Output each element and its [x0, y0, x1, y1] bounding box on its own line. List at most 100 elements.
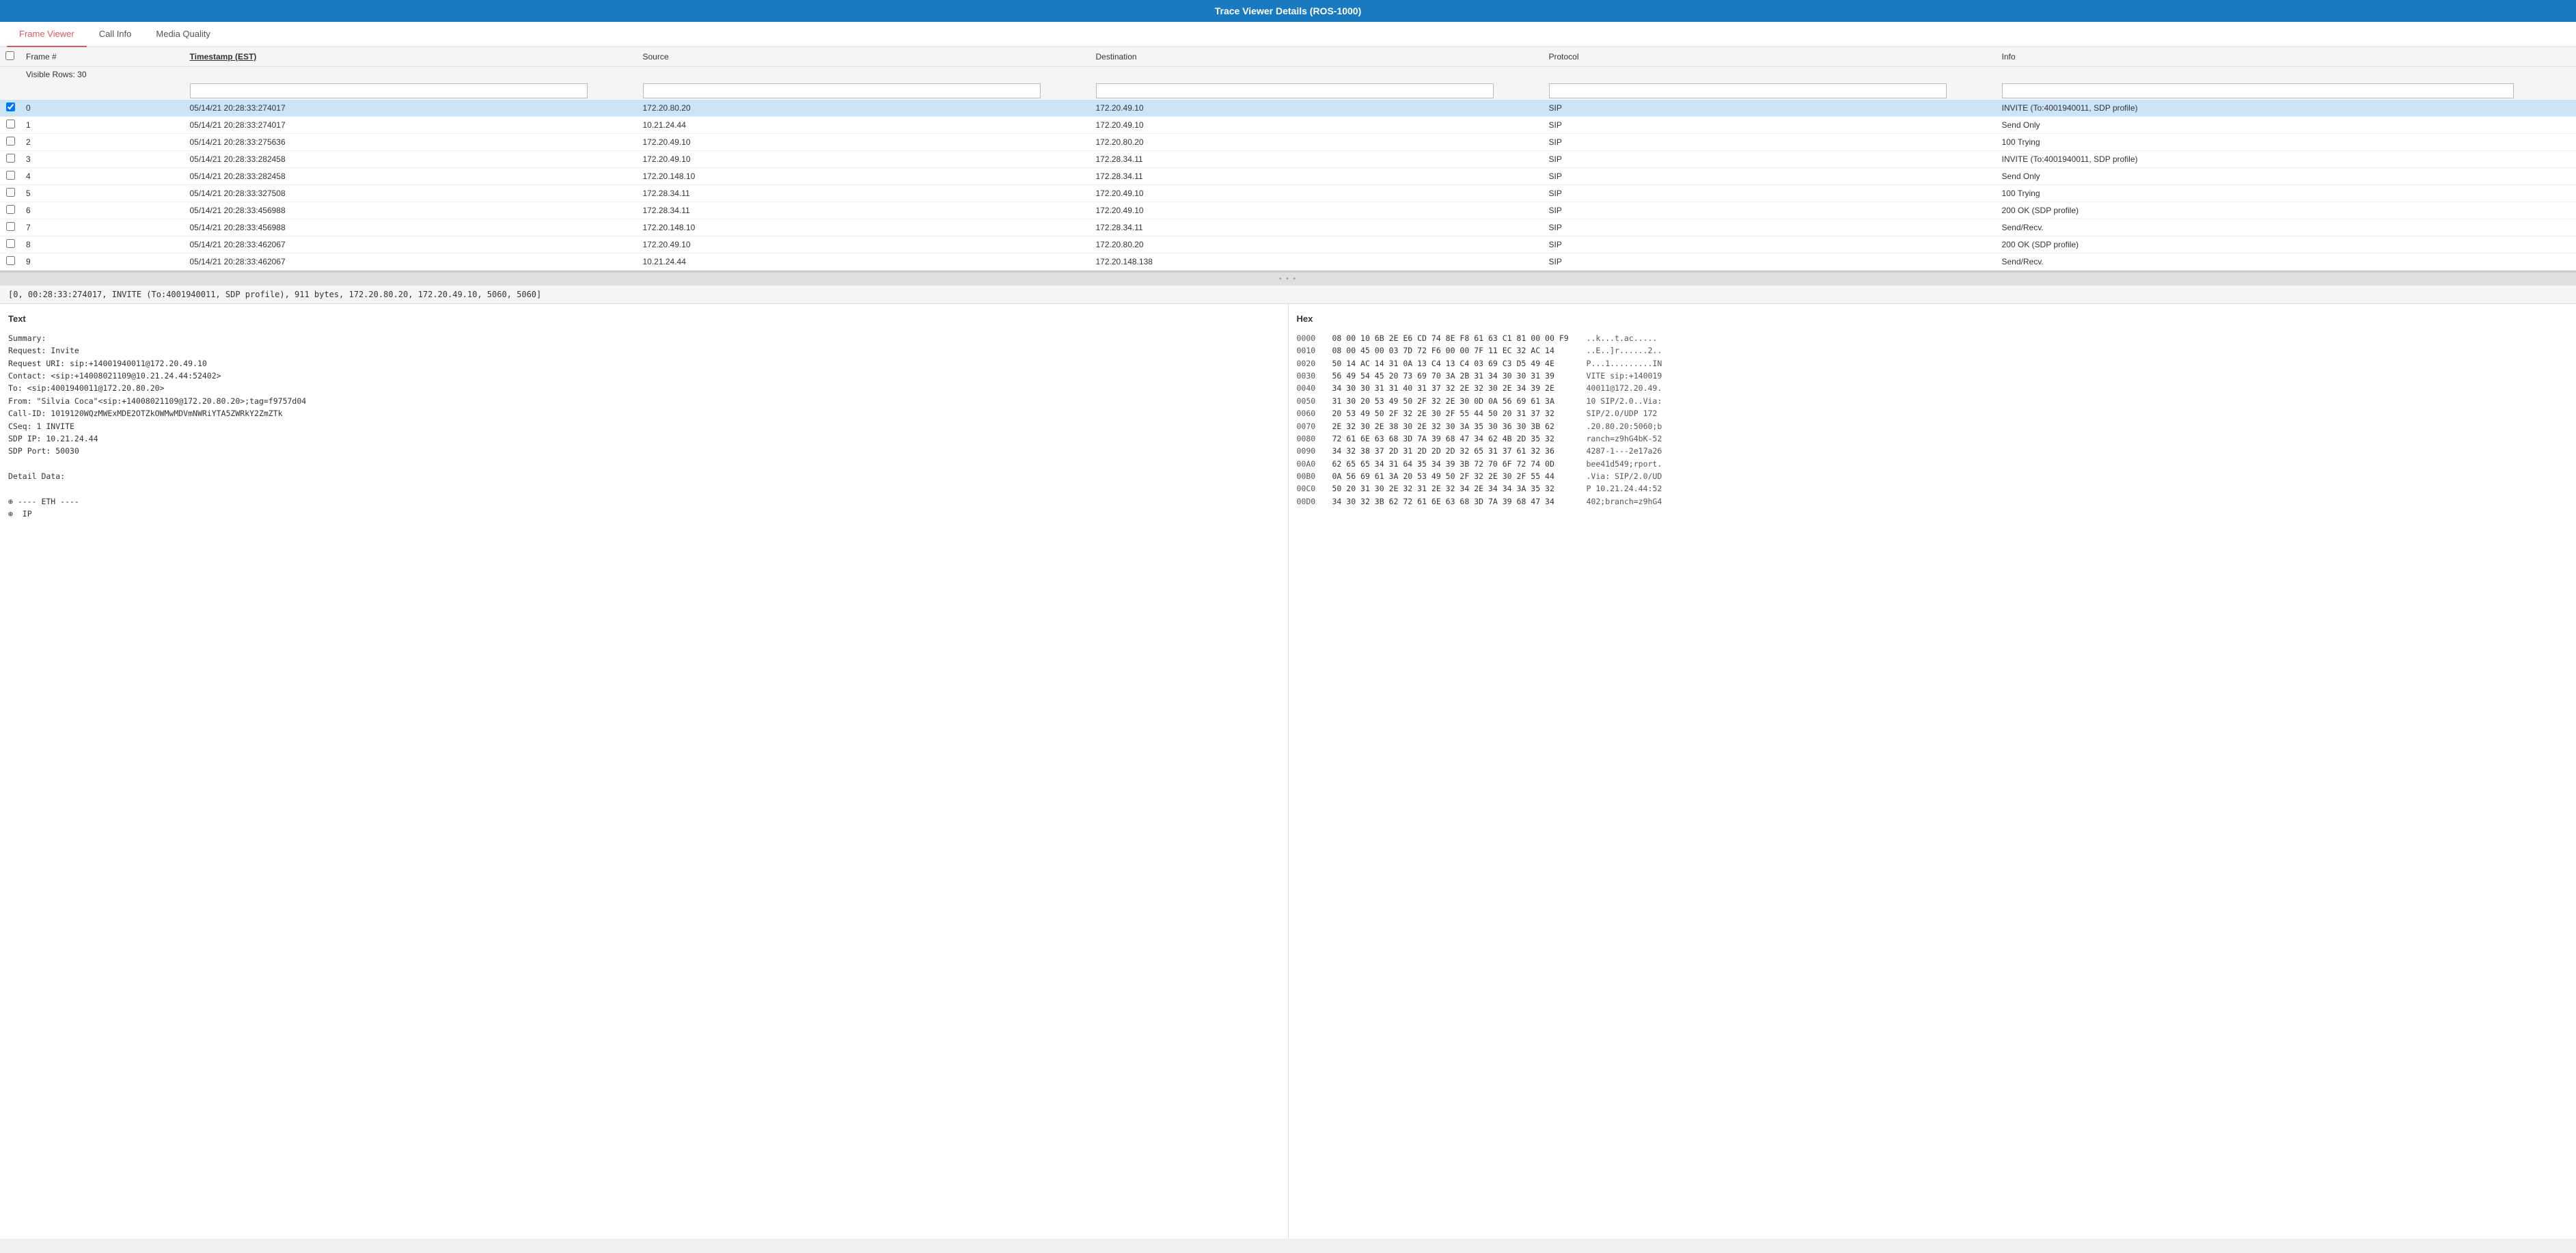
timestamp-filter[interactable]	[190, 83, 588, 98]
hex-addr: 00C0	[1297, 482, 1324, 495]
hex-row: 003056 49 54 45 20 73 69 70 3A 2B 31 34 …	[1297, 370, 2568, 382]
hex-addr: 0080	[1297, 432, 1324, 445]
col-header-info: Info	[1997, 47, 2576, 67]
hex-addr: 0020	[1297, 357, 1324, 370]
tab-frame-viewer[interactable]: Frame Viewer	[7, 22, 87, 47]
cell-info: Send Only	[1997, 168, 2576, 185]
row-checkbox-9[interactable]	[6, 256, 15, 265]
cell-destination: 172.20.49.10	[1091, 202, 1544, 219]
cell-frame: 4	[20, 168, 184, 185]
cell-destination: 172.20.49.10	[1091, 185, 1544, 202]
cell-timestamp: 05/14/21 20:28:33:282458	[184, 151, 638, 168]
cell-frame: 2	[20, 134, 184, 151]
row-checkbox-1[interactable]	[6, 120, 15, 128]
cell-destination: 172.28.34.11	[1091, 168, 1544, 185]
table-row[interactable]: 905/14/21 20:28:33:46206710.21.24.44172.…	[0, 253, 2576, 271]
cell-frame: 1	[20, 117, 184, 134]
col-header-timestamp[interactable]: Timestamp (EST)	[184, 47, 638, 67]
cell-source: 172.20.148.10	[638, 219, 1091, 236]
cell-frame: 7	[20, 219, 184, 236]
hex-ascii: 40011@172.20.49.	[1587, 382, 1662, 394]
table-row[interactable]: 405/14/21 20:28:33:282458172.20.148.1017…	[0, 168, 2576, 185]
cell-destination: 172.20.49.10	[1091, 117, 1544, 134]
row-checkbox-3[interactable]	[6, 154, 15, 163]
cell-destination: 172.20.80.20	[1091, 134, 1544, 151]
text-panel-title: Text	[8, 312, 1280, 327]
cell-timestamp: 05/14/21 20:28:33:456988	[184, 219, 638, 236]
hex-ascii: bee41d549;rport.	[1587, 458, 1662, 470]
cell-protocol: SIP	[1544, 202, 1997, 219]
hex-ascii: 402;branch=z9hG4	[1587, 495, 1662, 508]
cell-info: 200 OK (SDP profile)	[1997, 202, 2576, 219]
table-row[interactable]: 305/14/21 20:28:33:282458172.20.49.10172…	[0, 151, 2576, 168]
tabs-container: Frame Viewer Call Info Media Quality	[0, 22, 2576, 47]
cell-protocol: SIP	[1544, 168, 1997, 185]
hex-row: 00702E 32 30 2E 38 30 2E 32 30 3A 35 30 …	[1297, 420, 2568, 432]
cell-info: INVITE (To:4001940011, SDP profile)	[1997, 100, 2576, 117]
hex-addr: 0070	[1297, 420, 1324, 432]
destination-filter[interactable]	[1096, 83, 1494, 98]
hex-addr: 00B0	[1297, 470, 1324, 482]
cell-destination: 172.20.148.138	[1091, 253, 1544, 271]
cell-frame: 0	[20, 100, 184, 117]
col-header-checkbox	[0, 47, 20, 67]
table-row[interactable]: 605/14/21 20:28:33:456988172.28.34.11172…	[0, 202, 2576, 219]
select-all-checkbox[interactable]	[5, 51, 14, 60]
row-checkbox-7[interactable]	[6, 222, 15, 231]
hex-bytes: 34 30 32 3B 62 72 61 6E 63 68 3D 7A 39 6…	[1332, 495, 1578, 508]
hex-addr: 0000	[1297, 332, 1324, 344]
cell-frame: 6	[20, 202, 184, 219]
hex-row: 004034 30 30 31 31 40 31 37 32 2E 32 30 …	[1297, 382, 2568, 394]
protocol-filter[interactable]	[1549, 83, 1947, 98]
table-row[interactable]: 105/14/21 20:28:33:27401710.21.24.44172.…	[0, 117, 2576, 134]
hex-ascii: P...1.........IN	[1587, 357, 1662, 370]
cell-frame: 3	[20, 151, 184, 168]
cell-destination: 172.20.49.10	[1091, 100, 1544, 117]
cell-timestamp: 05/14/21 20:28:33:456988	[184, 202, 638, 219]
cell-info: 100 Trying	[1997, 134, 2576, 151]
row-checkbox-0[interactable]	[6, 102, 15, 111]
cell-source: 172.20.148.10	[638, 168, 1091, 185]
table-row[interactable]: 005/14/21 20:28:33:274017172.20.80.20172…	[0, 100, 2576, 117]
table-row[interactable]: 805/14/21 20:28:33:462067172.20.49.10172…	[0, 236, 2576, 253]
table-row[interactable]: 705/14/21 20:28:33:456988172.20.148.1017…	[0, 219, 2576, 236]
row-checkbox-8[interactable]	[6, 239, 15, 248]
hex-row: 000008 00 10 6B 2E E6 CD 74 8E F8 61 63 …	[1297, 332, 2568, 344]
cell-frame: 9	[20, 253, 184, 271]
main-content: Frame # Timestamp (EST) Source Destinati…	[0, 47, 2576, 1239]
cell-destination: 172.28.34.11	[1091, 219, 1544, 236]
tab-media-quality[interactable]: Media Quality	[143, 22, 222, 47]
cell-timestamp: 05/14/21 20:28:33:327508	[184, 185, 638, 202]
cell-protocol: SIP	[1544, 236, 1997, 253]
hex-ascii: .20.80.20:5060;b	[1587, 420, 1662, 432]
tab-call-info[interactable]: Call Info	[87, 22, 144, 47]
table-row[interactable]: 205/14/21 20:28:33:275636172.20.49.10172…	[0, 134, 2576, 151]
hex-panel: Hex 000008 00 10 6B 2E E6 CD 74 8E F8 61…	[1289, 304, 2576, 1239]
cell-timestamp: 05/14/21 20:28:33:462067	[184, 236, 638, 253]
cell-source: 10.21.24.44	[638, 253, 1091, 271]
row-checkbox-6[interactable]	[6, 205, 15, 214]
hex-row: 00A062 65 65 34 31 64 35 34 39 3B 72 70 …	[1297, 458, 2568, 470]
hex-bytes: 31 30 20 53 49 50 2F 32 2E 30 0D 0A 56 6…	[1332, 395, 1578, 407]
row-checkbox-2[interactable]	[6, 137, 15, 146]
cell-protocol: SIP	[1544, 185, 1997, 202]
hex-ascii: P 10.21.24.44:52	[1587, 482, 1662, 495]
hex-bytes: 50 14 AC 14 31 0A 13 C4 13 C4 03 69 C3 D…	[1332, 357, 1578, 370]
table-row[interactable]: 505/14/21 20:28:33:327508172.28.34.11172…	[0, 185, 2576, 202]
cell-source: 172.20.49.10	[638, 236, 1091, 253]
row-checkbox-5[interactable]	[6, 188, 15, 197]
source-filter[interactable]	[643, 83, 1041, 98]
cell-timestamp: 05/14/21 20:28:33:274017	[184, 100, 638, 117]
hex-row: 00B00A 56 69 61 3A 20 53 49 50 2F 32 2E …	[1297, 470, 2568, 482]
hex-addr: 00A0	[1297, 458, 1324, 470]
cell-protocol: SIP	[1544, 151, 1997, 168]
col-header-frame: Frame #	[20, 47, 184, 67]
info-filter[interactable]	[2002, 83, 2514, 98]
title-bar: Trace Viewer Details (ROS-1000)	[0, 0, 2576, 22]
cell-info: Send/Recv.	[1997, 253, 2576, 271]
cell-timestamp: 05/14/21 20:28:33:275636	[184, 134, 638, 151]
cell-frame: 5	[20, 185, 184, 202]
row-checkbox-4[interactable]	[6, 171, 15, 180]
hex-bytes: 56 49 54 45 20 73 69 70 3A 2B 31 34 30 3…	[1332, 370, 1578, 382]
divider-bar[interactable]: • • •	[0, 273, 2576, 286]
